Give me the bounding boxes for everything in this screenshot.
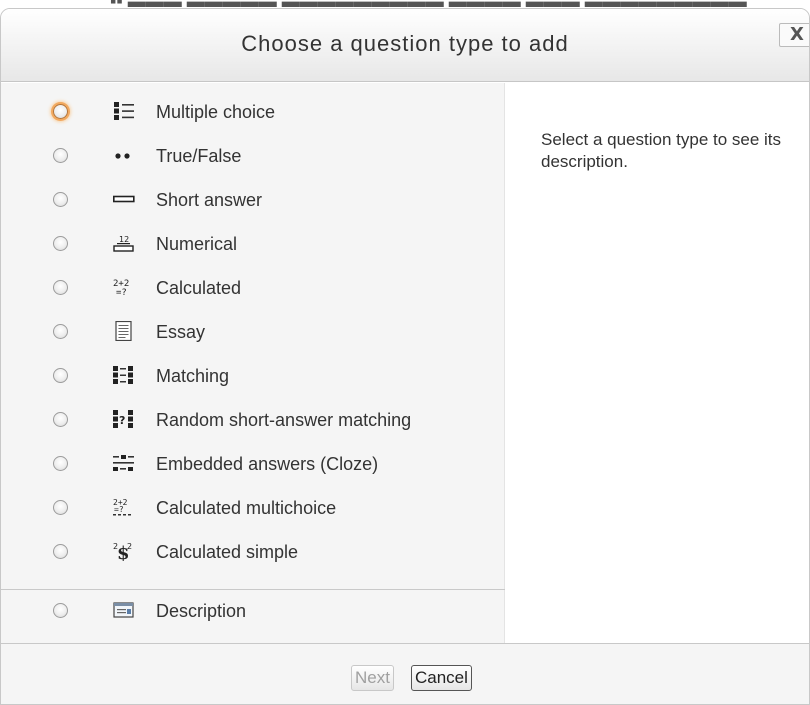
radio-button[interactable] bbox=[53, 456, 68, 471]
close-button[interactable]: X bbox=[779, 23, 809, 47]
option-random-short-answer-matching[interactable]: ? Random short-answer matching bbox=[1, 399, 505, 443]
radio-button[interactable] bbox=[53, 192, 68, 207]
option-true-false[interactable]: True/False bbox=[1, 135, 505, 179]
option-calculated-simple[interactable]: 2 $ 2 Calculated simple bbox=[1, 531, 505, 575]
option-label: Calculated simple bbox=[156, 542, 299, 562]
svg-text:=?: =? bbox=[116, 288, 127, 297]
option-numerical[interactable]: 12 Numerical bbox=[1, 223, 505, 267]
cancel-button[interactable]: Cancel bbox=[411, 665, 472, 691]
calculated-multichoice-icon: 2+2 =? bbox=[113, 498, 131, 516]
svg-text:=?: =? bbox=[114, 505, 124, 514]
option-short-answer[interactable]: Short answer bbox=[1, 179, 505, 223]
option-label: Essay bbox=[156, 322, 206, 342]
question-type-dialog: Choose a question type to add X Multiple… bbox=[0, 8, 810, 705]
short-answer-icon bbox=[113, 195, 135, 203]
option-label: Embedded answers (Cloze) bbox=[156, 454, 379, 474]
true-false-icon bbox=[115, 153, 130, 159]
radio-button[interactable] bbox=[53, 368, 68, 383]
calculated-icon: 2+2 =? bbox=[113, 279, 129, 297]
option-label: True/False bbox=[156, 146, 242, 166]
next-button[interactable]: Next bbox=[351, 665, 394, 691]
option-matching[interactable]: Matching bbox=[1, 355, 505, 399]
svg-text:12: 12 bbox=[119, 235, 129, 244]
option-label: Calculated bbox=[156, 278, 242, 298]
radio-button[interactable] bbox=[53, 104, 68, 119]
radio-button[interactable] bbox=[53, 500, 68, 515]
radio-button[interactable] bbox=[53, 603, 68, 618]
option-multiple-choice[interactable]: Multiple choice bbox=[1, 91, 505, 135]
question-type-list: Multiple choice True/False Short answer bbox=[1, 83, 505, 643]
option-label: Short answer bbox=[156, 190, 263, 210]
option-label: Matching bbox=[156, 366, 230, 386]
question-type-description: Select a question type to see its descri… bbox=[541, 130, 782, 171]
dialog-body: Multiple choice True/False Short answer bbox=[1, 83, 809, 643]
option-calculated[interactable]: 2+2 =? Calculated bbox=[1, 267, 505, 311]
dialog-title: Choose a question type to add bbox=[241, 31, 569, 56]
description-icon bbox=[113, 602, 134, 618]
multiple-choice-icon bbox=[114, 102, 134, 120]
option-label: Calculated multichoice bbox=[156, 498, 337, 518]
option-calculated-multichoice[interactable]: 2+2 =? Calculated multichoice bbox=[1, 487, 505, 531]
option-description[interactable]: Description bbox=[1, 589, 505, 633]
radio-button[interactable] bbox=[53, 236, 68, 251]
radio-button[interactable] bbox=[53, 544, 68, 559]
svg-text:2: 2 bbox=[127, 542, 132, 551]
dialog-header: Choose a question type to add X bbox=[1, 9, 809, 82]
essay-icon bbox=[115, 321, 132, 341]
matching-icon bbox=[113, 366, 133, 384]
radio-button[interactable] bbox=[53, 148, 68, 163]
option-label: Multiple choice bbox=[156, 102, 276, 122]
calculated-simple-icon: 2 $ 2 bbox=[113, 542, 132, 561]
embedded-answers-icon bbox=[113, 455, 134, 471]
option-label: Description bbox=[156, 601, 247, 621]
radio-button[interactable] bbox=[53, 412, 68, 427]
option-label: Random short-answer matching bbox=[156, 410, 412, 430]
random-short-answer-matching-icon: ? bbox=[113, 410, 133, 428]
option-essay[interactable]: Essay bbox=[1, 311, 505, 355]
radio-button[interactable] bbox=[53, 280, 68, 295]
dialog-footer: Next Cancel bbox=[1, 643, 809, 704]
option-label: Numerical bbox=[156, 234, 238, 254]
numerical-icon: 12 bbox=[113, 235, 134, 252]
option-embedded-answers[interactable]: Embedded answers (Cloze) bbox=[1, 443, 505, 487]
svg-text:?: ? bbox=[119, 414, 125, 427]
radio-button[interactable] bbox=[53, 324, 68, 339]
